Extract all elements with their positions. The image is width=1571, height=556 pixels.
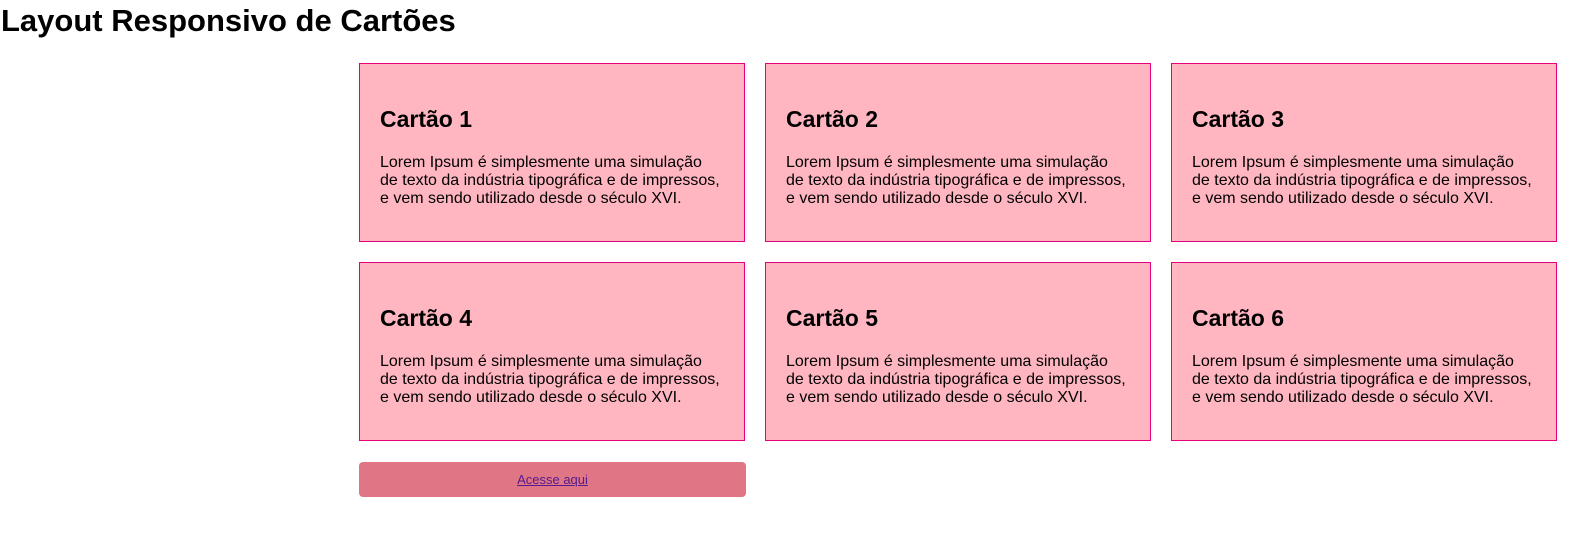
access-button[interactable]: Acesse aqui (359, 462, 746, 497)
card: Cartão 1 Lorem Ipsum é simplesmente uma … (359, 63, 745, 242)
card-text: Lorem Ipsum é simplesmente uma simulação… (786, 154, 1126, 207)
card: Cartão 3 Lorem Ipsum é simplesmente uma … (1171, 63, 1557, 242)
card-text: Lorem Ipsum é simplesmente uma simulação… (1192, 353, 1532, 406)
card-title: Cartão 2 (786, 106, 879, 132)
card: Cartão 4 Lorem Ipsum é simplesmente uma … (359, 262, 745, 441)
card-text: Lorem Ipsum é simplesmente uma simulação… (786, 353, 1126, 406)
card: Cartão 5 Lorem Ipsum é simplesmente uma … (765, 262, 1151, 441)
access-link[interactable]: Acesse aqui (517, 472, 588, 487)
card-text: Lorem Ipsum é simplesmente uma simulação… (380, 353, 720, 406)
page-title: Layout Responsivo de Cartões (1, 3, 456, 38)
card: Cartão 2 Lorem Ipsum é simplesmente uma … (765, 63, 1151, 242)
card: Cartão 6 Lorem Ipsum é simplesmente uma … (1171, 262, 1557, 441)
card-text: Lorem Ipsum é simplesmente uma simulação… (380, 154, 720, 207)
cards-grid: Cartão 1 Lorem Ipsum é simplesmente uma … (359, 63, 1557, 441)
card-title: Cartão 5 (786, 305, 879, 331)
card-title: Cartão 1 (380, 106, 473, 132)
card-text: Lorem Ipsum é simplesmente uma simulação… (1192, 154, 1532, 207)
card-title: Cartão 4 (380, 305, 473, 331)
card-title: Cartão 6 (1192, 305, 1285, 331)
card-title: Cartão 3 (1192, 106, 1285, 132)
